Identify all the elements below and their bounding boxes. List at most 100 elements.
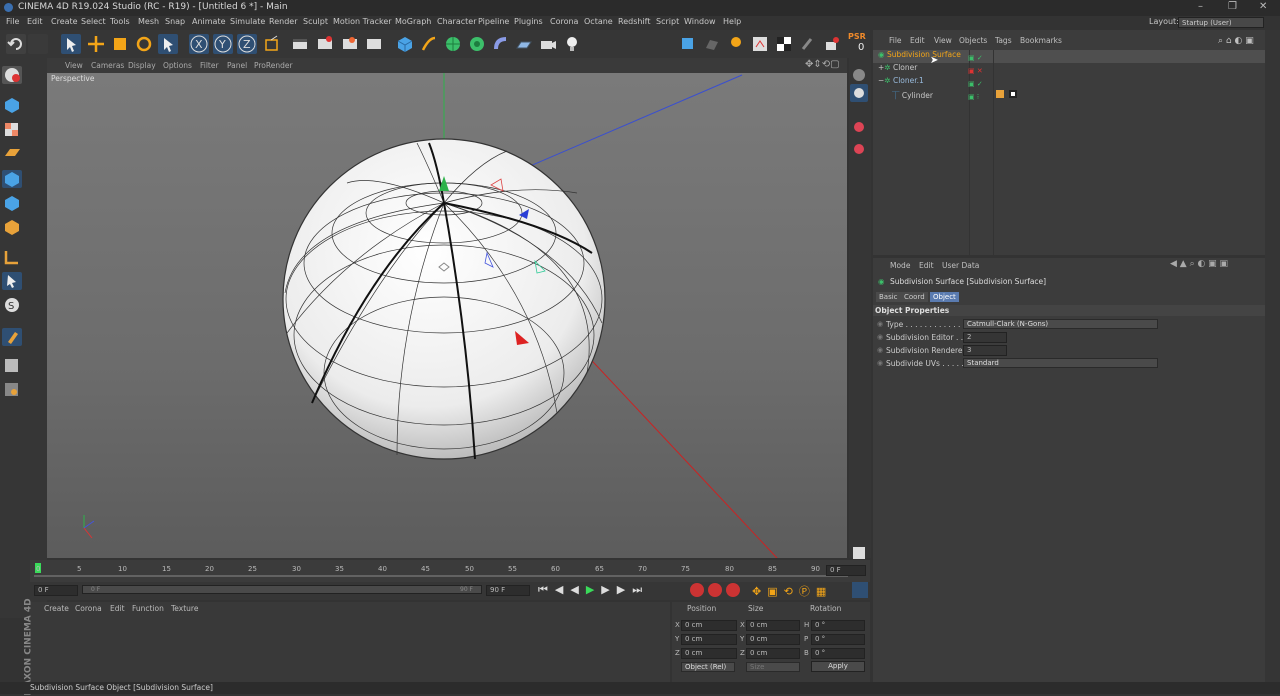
menu-select[interactable]: Select (81, 17, 106, 26)
menu-create[interactable]: Create (51, 17, 78, 26)
edges-mode-icon[interactable] (2, 194, 22, 212)
object-row-subdivision-surface[interactable]: ◉ Subdivision Surface (878, 50, 961, 63)
key-tracks-icons[interactable]: ✥▣⟲Ⓟ▦ (752, 583, 832, 599)
menu-tools[interactable]: Tools (110, 17, 130, 26)
viewport-menu-filter[interactable]: Filter (200, 61, 219, 70)
radio-icon[interactable]: ◉ (877, 333, 883, 341)
timeline-ruler[interactable] (30, 560, 870, 582)
snap-settings-icon[interactable] (678, 34, 698, 54)
viewport-menu-display[interactable]: Display (128, 61, 156, 70)
playback-controls[interactable]: ⏮◀◀▶▶▶⏭ (538, 583, 649, 597)
prop-type-select[interactable]: Catmull-Clark (N-Gons) (963, 319, 1158, 329)
material-menu-texture[interactable]: Texture (171, 604, 198, 613)
menu-plugins[interactable]: Plugins (514, 17, 543, 26)
move-icon[interactable] (86, 34, 106, 54)
frame-range-slider[interactable]: 0 F 90 F (82, 585, 482, 594)
menu-snap[interactable]: Snap (165, 17, 185, 26)
menu-sculpt[interactable]: Sculpt (303, 17, 328, 26)
viewport-menu-cameras[interactable]: Cameras (91, 61, 124, 70)
objects-menu-bookmarks[interactable]: Bookmarks (1020, 36, 1062, 45)
viewport-menu-view[interactable]: View (65, 61, 83, 70)
menu-edit[interactable]: Edit (27, 17, 43, 26)
prop-subdivision-editor-field[interactable]: 2 (963, 332, 1007, 343)
render-view-icon[interactable] (290, 34, 310, 54)
menu-character[interactable]: Character (437, 17, 477, 26)
timeline-layout-icon[interactable] (852, 582, 868, 598)
menu-script[interactable]: Script (656, 17, 679, 26)
sculpt-icon[interactable] (2, 328, 22, 346)
pos-x-field[interactable]: 0 cm (681, 620, 737, 631)
viewport-nav-icons[interactable]: ✥⇕⟲▢ (805, 59, 840, 70)
start-frame-field[interactable]: 0 F (34, 585, 78, 596)
viewport-menu-options[interactable]: Options (163, 61, 192, 70)
floor-icon[interactable] (514, 34, 534, 54)
pen-icon[interactable] (419, 34, 439, 54)
menu-mograph[interactable]: MoGraph (395, 17, 431, 26)
minimize-icon[interactable]: – (1198, 1, 1203, 12)
menu-window[interactable]: Window (684, 17, 716, 26)
maximize-icon[interactable]: ❐ (1228, 1, 1237, 12)
rot-p-field[interactable]: 0 ° (811, 634, 865, 645)
deformer-icon[interactable] (491, 34, 511, 54)
menu-motion-tracker[interactable]: Motion Tracker (333, 17, 392, 26)
cloner-icon[interactable] (467, 34, 487, 54)
viewport-3d[interactable] (47, 73, 847, 558)
objects-menu-tags[interactable]: Tags (995, 36, 1012, 45)
size-x-field[interactable]: 0 cm (746, 620, 800, 631)
material-menu-function[interactable]: Function (132, 604, 164, 613)
menu-file[interactable]: File (6, 17, 19, 26)
points-mode-icon[interactable] (2, 170, 22, 188)
make-editable-icon[interactable] (2, 66, 22, 84)
coordinate-system-icon[interactable] (262, 34, 282, 54)
layout-select[interactable]: Startup (User) (1178, 17, 1264, 28)
visibility-flags[interactable]: ▣ ✓ ▣ ✕ ▣ ✓ ▣ ⁝ (968, 52, 983, 104)
attr-menu-edit[interactable]: Edit (919, 261, 934, 270)
menu-mesh[interactable]: Mesh (138, 17, 159, 26)
current-frame-field[interactable]: 0 F (826, 565, 866, 576)
layer-icon[interactable] (850, 84, 868, 102)
pos-z-field[interactable]: 0 cm (681, 648, 737, 659)
prop-subdivision-renderer-field[interactable]: 3 (963, 345, 1007, 356)
recent-tool-icon[interactable] (158, 34, 178, 54)
workplane-icon[interactable] (702, 34, 722, 54)
objects-menu-view[interactable]: View (934, 36, 952, 45)
record-icon[interactable] (690, 583, 704, 597)
play-icon[interactable]: ▶ (586, 583, 601, 596)
viewport-menu-panel[interactable]: Panel (227, 61, 247, 70)
menu-help[interactable]: Help (723, 17, 741, 26)
object-row-cloner-1[interactable]: −✲ Cloner.1 (878, 76, 958, 89)
material-menu-create[interactable]: Create (44, 604, 69, 613)
radio-icon[interactable]: ◉ (877, 320, 883, 328)
axis-mode-icon[interactable] (2, 248, 22, 266)
objects-nav-icons[interactable]: ⌕ ⌂ ◐ ▣ (1218, 36, 1254, 46)
subdivision-surface-icon[interactable] (443, 34, 463, 54)
menu-animate[interactable]: Animate (192, 17, 226, 26)
lock-icon[interactable] (2, 356, 22, 374)
polygons-mode-icon[interactable] (2, 218, 22, 236)
light-icon[interactable] (562, 34, 582, 54)
render-to-picture-viewer-icon[interactable] (315, 34, 335, 54)
texture-mode-icon[interactable] (2, 120, 22, 138)
size-z-field[interactable]: 0 cm (746, 648, 800, 659)
viewport-menu-prorender[interactable]: ProRender (254, 61, 293, 70)
close-icon[interactable]: ✕ (1259, 1, 1267, 12)
edit-render-settings-icon[interactable] (340, 34, 360, 54)
size-mode-select[interactable]: Size (746, 662, 800, 672)
prop-subdivide-uvs-select[interactable]: Standard (963, 358, 1158, 368)
cube-icon[interactable] (395, 34, 415, 54)
radio-icon[interactable]: ◉ (877, 346, 883, 354)
apply-button[interactable]: Apply (811, 661, 865, 672)
undo-icon[interactable] (6, 34, 26, 54)
tab-coord[interactable]: Coord (901, 292, 928, 302)
attr-menu-mode[interactable]: Mode (890, 261, 910, 270)
attr-nav-icons[interactable]: ◀ ▲ ⌕ ◐ ▣ ▣ (1170, 259, 1228, 269)
right-side-tabs[interactable] (1265, 30, 1280, 682)
rot-h-field[interactable]: 0 ° (811, 620, 865, 631)
rotate-icon[interactable] (134, 34, 154, 54)
tab-basic[interactable]: Basic (876, 292, 901, 302)
menu-render[interactable]: Render (269, 17, 297, 26)
keyframe-selection-icon[interactable] (726, 583, 740, 597)
workplane-mode-icon[interactable] (2, 144, 22, 162)
radio-icon[interactable]: ◉ (877, 359, 883, 367)
brush-icon[interactable] (850, 118, 868, 136)
